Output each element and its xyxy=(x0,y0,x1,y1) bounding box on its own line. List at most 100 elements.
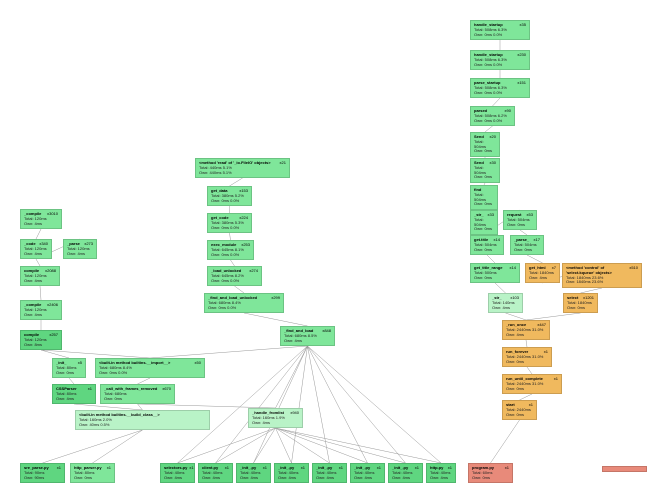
callgraph-node[interactable]: _call_with_frames_removedx670Total: 680m… xyxy=(100,384,175,404)
node-own: Own: 4ms xyxy=(67,252,93,257)
node-own: Own: 4ms xyxy=(24,252,48,257)
callgraph-node[interactable]: sre_parse.pyx1Total: 90msOwn: 90ms xyxy=(20,463,65,483)
node-count: x230 xyxy=(517,53,526,58)
node-count: x21 xyxy=(280,161,286,166)
node-count: x1 xyxy=(544,350,548,355)
node-own: Own: 4ms xyxy=(284,339,331,344)
node-own: Own: 0ms xyxy=(474,175,496,180)
callgraph-node[interactable]: _find_and_load_unlockedx299Total: 680ms … xyxy=(204,293,284,313)
node-own: Own: 0ms 0.0% xyxy=(211,279,258,284)
node-count: x510 xyxy=(629,266,638,276)
node-own: Own: 4ms xyxy=(252,421,299,426)
node-own: Own: 0ms 0.0% xyxy=(99,371,201,376)
callgraph-node[interactable]: _handle_fromlistx940Total: 160ms 1.9%Own… xyxy=(248,408,303,428)
callgraph-node[interactable]: <built-in method builtins.__import__>x50… xyxy=(95,358,205,378)
node-own: Own: 0ms xyxy=(56,371,82,376)
callgraph-node[interactable]: _find_and_loadx848Total: 680ms 8.5%Own: … xyxy=(280,326,335,346)
callgraph-node[interactable]: _init_.pyx1Total: 40msOwn: 4ms xyxy=(350,463,385,483)
callgraph-node[interactable]: Sendx20Total: 504msOwn: 0ms xyxy=(470,132,500,157)
node-own: Own: 0ms xyxy=(474,248,500,253)
callgraph-node[interactable]: get_title_rangex14Total: 500msOwn: 0ms xyxy=(470,263,520,283)
node-own: Own: 0ms 0.0% xyxy=(208,306,280,311)
node-own: Own: 0ms 0.0% xyxy=(211,226,248,231)
callgraph-node[interactable]: parsedx90Total: 508ms 6.2%Own: 0ms 0.0% xyxy=(470,106,515,126)
callgraph-node[interactable]: client.pyx1Total: 40msOwn: 4ms xyxy=(198,463,233,483)
callgraph-node[interactable]: _init_.pyx1Total: 40msOwn: 4ms xyxy=(274,463,309,483)
node-own: Own: 0ms xyxy=(474,276,516,281)
node-count: x257 xyxy=(49,333,58,338)
node-count: x33 xyxy=(488,213,494,218)
callgraph-node[interactable]: CSSParserx1Total: 80msOwn: 4ms xyxy=(52,384,96,404)
callgraph-node[interactable]: _str_x103Total: 140msOwn: 4ms xyxy=(488,293,523,313)
callgraph-node[interactable]: compilex257Total: 120msOwn: 8ms xyxy=(20,330,62,350)
node-count: x20 xyxy=(490,135,496,140)
callgraph-node[interactable]: exec_modulex253Total: 645ms 8.1%Own: 0ms… xyxy=(207,240,254,260)
node-own: Own: 0ms 0.0% xyxy=(474,33,526,38)
node-count: x1 xyxy=(189,466,193,471)
node-own: Own: 8ms xyxy=(24,343,58,348)
callgraph-node[interactable]: <method 'read' of '_io.FileIO' objects>x… xyxy=(195,158,290,178)
node-own: Own: 0ms xyxy=(74,476,111,481)
callgraph-node[interactable]: program.pyx1Total: 60msOwn: 0ms xyxy=(468,463,513,483)
node-own: Own: 4ms xyxy=(240,476,267,481)
node-own: Own: 1840ms 23.6% xyxy=(566,280,638,285)
callgraph-node[interactable]: parse_startupx151Total: 508ms 6.3%Own: 0… xyxy=(470,78,530,98)
node-count: x299 xyxy=(271,296,280,301)
callgraph-node[interactable]: http.pyx1Total: 40msOwn: 4ms xyxy=(426,463,456,483)
callgraph-node[interactable]: _init_.pyx1Total: 40msOwn: 4ms xyxy=(312,463,347,483)
callgraph-node[interactable]: selectors.pyx1Total: 40msOwn: 4ms xyxy=(160,463,195,483)
callgraph-node[interactable]: _init_.pyx1Total: 40msOwn: 4ms xyxy=(388,463,423,483)
node-count: x1 xyxy=(301,466,305,471)
node-own: Own: 0ms 0.0% xyxy=(211,199,248,204)
node-own: Own: 0ms xyxy=(474,149,496,154)
node-own: Own: 0ms xyxy=(474,227,494,232)
callgraph-node[interactable]: get_htmlx7Total: 1840msOwn: 4ms xyxy=(525,263,560,283)
node-own: Own: 0ms xyxy=(506,413,533,418)
node-own: Own: 4ms xyxy=(392,476,419,481)
callgraph-node[interactable]: run_foreverx1Total: 2440ms 31.0%Own: 0ms xyxy=(502,347,552,367)
callgraph-node[interactable]: get_codex224Total: 380ms 5.3%Own: 0ms 0.… xyxy=(207,213,252,233)
callgraph-node[interactable]: _codex340Total: 120msOwn: 4ms xyxy=(20,239,52,259)
node-own: Own: 4ms xyxy=(24,222,58,227)
node-own: Own: 0ms xyxy=(506,360,548,365)
callgraph-node[interactable]: get_datax153Total: 380ms 5.2%Own: 0ms 0.… xyxy=(207,186,252,206)
callgraph-node[interactable]: selectx1201Total: 1840msOwn: 0ms xyxy=(563,293,598,313)
node-count: x35 xyxy=(520,23,526,28)
node-own: Own: 90ms xyxy=(24,476,61,481)
callgraph-node[interactable]: Sendx30Total: 504msOwn: 0ms xyxy=(470,158,500,183)
callgraph-node[interactable]: _parsex273Total: 120msOwn: 4ms xyxy=(63,239,97,259)
callgraph-node[interactable]: _init_x5Total: 80msOwn: 0ms xyxy=(52,358,86,378)
callgraph-node[interactable]: requestx53Total: 504msOwn: 0ms xyxy=(503,210,537,230)
callgraph-node[interactable]: _str_x33Total: 504msOwn: 0ms xyxy=(470,210,498,235)
callgraph-node[interactable]: handle_startupx35Total: 508ms 6.3%Own: 0… xyxy=(470,20,530,40)
node-count: x1 xyxy=(263,466,267,471)
callgraph-node[interactable]: <method 'control' of 'select.kqueue' obj… xyxy=(562,263,642,288)
callgraph-node[interactable]: compilex2088Total: 120msOwn: 4ms xyxy=(20,266,60,286)
node-own: Own: 440ms 5.1% xyxy=(199,171,286,176)
callgraph-node[interactable]: startx1Total: 2440msOwn: 0ms xyxy=(502,400,537,420)
callgraph-node[interactable]: run_until_completex1Total: 2440ms 31.0%O… xyxy=(502,374,562,394)
node-own: Own: 0ms xyxy=(514,248,540,253)
node-count: x1 xyxy=(415,466,419,471)
callgraph-node[interactable]: http_parser.pyx1Total: 80msOwn: 0ms xyxy=(70,463,115,483)
callgraph-node[interactable]: get.titlex14Total: 504msOwn: 0ms xyxy=(470,235,504,255)
node-count: x670 xyxy=(162,387,171,392)
callgraph-node[interactable] xyxy=(602,466,647,472)
callgraph-node[interactable]: _run_oncex447Total: 2440ms 31.0%Own: 4ms xyxy=(502,320,550,340)
node-own: Own: 4ms xyxy=(492,306,519,311)
callgraph-node[interactable]: findTotal: 504msOwn: 0ms xyxy=(470,185,498,210)
node-own: Own: 40ms 0.5% xyxy=(79,423,206,428)
callgraph-node[interactable]: _init_.pyx1Total: 40msOwn: 4ms xyxy=(236,463,271,483)
callgraph-node[interactable]: _parse_x17Total: 504msOwn: 0ms xyxy=(510,235,544,255)
node-count: x940 xyxy=(290,411,299,416)
callgraph-node[interactable]: _load_unlockedx274Total: 645ms 8.2%Own: … xyxy=(207,266,262,286)
node-own: Own: 0ms xyxy=(472,476,509,481)
node-count: x30 xyxy=(490,161,496,166)
node-own: Own: 4ms xyxy=(24,313,58,318)
callgraph-node[interactable]: _compilex3010Total: 120msOwn: 4ms xyxy=(20,209,62,229)
callgraph-node[interactable]: _compilex2406Total: 120msOwn: 4ms xyxy=(20,300,62,320)
node-own: Own: 4ms xyxy=(430,476,452,481)
callgraph-node[interactable]: <built-in method builtins.__build_class_… xyxy=(75,410,210,430)
node-own: Own: 4ms xyxy=(202,476,229,481)
callgraph-node[interactable]: handle_startupx230Total: 508ms 6.3%Own: … xyxy=(470,50,530,70)
